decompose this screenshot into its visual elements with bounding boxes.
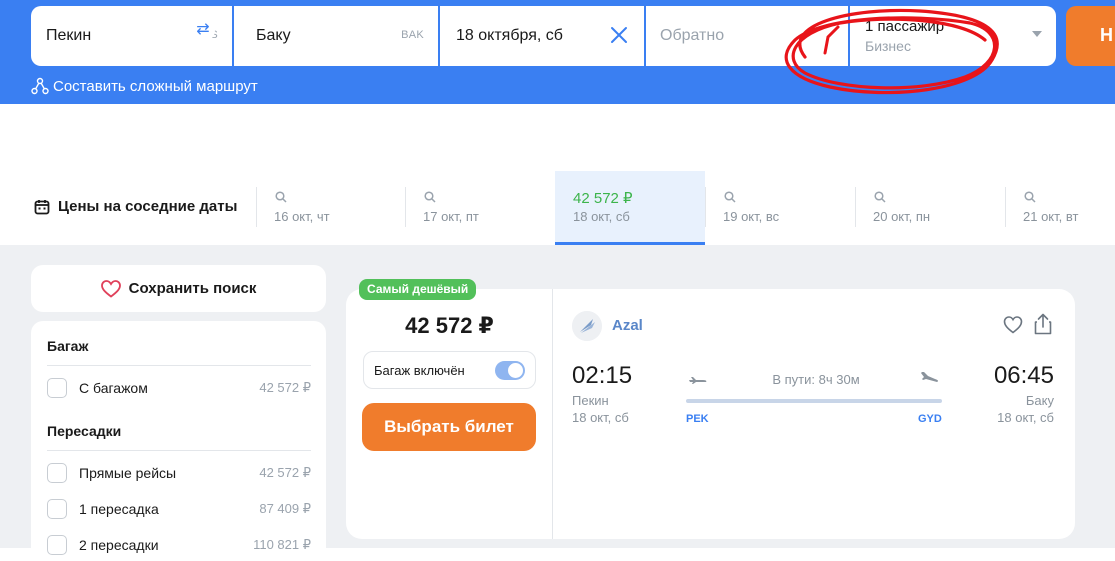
results-area: Сохранить поиск Багаж С багажом 42 572 ₽… [0, 245, 1115, 561]
takeoff-icon [689, 377, 707, 384]
arrival-airport-code: GYD [918, 413, 942, 425]
nearby-dates-strip: Цены на соседние даты 16 окт, чт 17 окт,… [0, 171, 1115, 245]
date-cell-label: 21 окт, вт [1023, 209, 1079, 224]
heart-icon[interactable] [1003, 315, 1023, 335]
date-divider [405, 187, 406, 227]
find-tickets-button[interactable]: Н [1066, 6, 1115, 66]
filter-label: 2 пересадки [79, 537, 159, 553]
ticket-card[interactable]: 42 572 ₽ Багаж включён Выбрать билет Aza… [346, 289, 1075, 539]
search-form: Пекин BJS Баку BAK 18 октября, сб Обратн… [31, 6, 1056, 66]
departure-time: 02:15 [572, 362, 633, 389]
destination-iata: BAK [401, 29, 424, 41]
return-date-field[interactable]: Обратно [646, 6, 850, 66]
filter-divider [47, 450, 311, 451]
cheapest-badge: Самый дешёвый [359, 279, 477, 300]
date-cell-price: 42 572 ₽ [573, 190, 633, 207]
baggage-included-label: Багаж включён [374, 363, 465, 378]
date-divider [1005, 187, 1006, 227]
date-cell-label: 16 окт, чт [274, 209, 330, 224]
filter-divider [47, 365, 311, 366]
date-cell-19[interactable]: 19 окт, вс [705, 171, 855, 245]
filter-row-with-baggage[interactable]: С багажом 42 572 ₽ [47, 378, 311, 400]
date-cell-21[interactable]: 21 окт, вт [1005, 171, 1115, 245]
flight-duration: В пути: 8ч 30м [772, 372, 860, 387]
search-icon [1024, 191, 1036, 203]
filter-row-direct[interactable]: Прямые рейсы 42 572 ₽ [47, 463, 311, 485]
destination-city: Баку [256, 27, 291, 44]
date-cell-16[interactable]: 16 окт, чт [256, 171, 406, 245]
chevron-down-icon [1032, 31, 1042, 37]
filters-panel: Багаж С багажом 42 572 ₽ Пересадки Прямы… [31, 321, 326, 561]
checkbox[interactable] [47, 535, 67, 555]
search-icon [275, 191, 287, 203]
heart-icon [100, 279, 121, 298]
search-icon [874, 191, 886, 203]
date-divider [855, 187, 856, 227]
departure-date-field[interactable]: 18 октября, сб [440, 6, 646, 66]
nearby-dates-title: Цены на соседние даты [34, 198, 237, 215]
ticket-price-panel: 42 572 ₽ Багаж включён Выбрать билет [346, 289, 553, 539]
complex-route-label: Составить сложный маршрут [53, 77, 258, 95]
date-cell-20[interactable]: 20 окт, пн [855, 171, 1005, 245]
date-divider [256, 187, 257, 227]
search-icon [424, 191, 436, 203]
departure-date: 18 окт, сб [572, 410, 629, 425]
filter-row-1-stop[interactable]: 1 пересадка 87 409 ₽ [47, 499, 311, 521]
landing-icon [921, 372, 939, 382]
search-header: Пекин BJS Баку BAK 18 октября, сб Обратн… [0, 0, 1115, 104]
baggage-toggle[interactable] [495, 361, 525, 380]
date-divider [705, 187, 706, 227]
departure-date-value: 18 октября, сб [456, 27, 563, 44]
filter-label: Прямые рейсы [79, 465, 177, 481]
date-cell-label: 17 окт, пт [423, 209, 479, 224]
route-icon [31, 77, 49, 95]
select-ticket-button[interactable]: Выбрать билет [362, 403, 536, 451]
return-date-placeholder: Обратно [660, 27, 725, 44]
route-progress-line [686, 399, 942, 403]
ticket-price: 42 572 ₽ [405, 313, 494, 338]
share-icon[interactable] [1033, 313, 1053, 335]
arrival-date: 18 окт, сб [997, 410, 1054, 425]
search-icon [724, 191, 736, 203]
cabin-class: Бизнес [865, 38, 911, 54]
baggage-filter-title: Багаж [47, 338, 89, 354]
passengers-field[interactable]: 1 пассажир Бизнес [850, 6, 1056, 66]
complex-route-link[interactable]: Составить сложный маршрут [31, 77, 258, 95]
filter-price: 87 409 ₽ [259, 501, 311, 516]
stops-filter-title: Пересадки [47, 423, 122, 439]
filter-label: 1 пересадка [79, 501, 159, 517]
save-search-label: Сохранить поиск [128, 280, 257, 297]
departure-airport-code: PEK [686, 413, 709, 425]
calendar-icon [34, 199, 50, 214]
filter-row-2-stops[interactable]: 2 пересадки 110 821 ₽ [47, 535, 311, 557]
filter-price: 42 572 ₽ [259, 380, 311, 395]
date-cell-17[interactable]: 17 окт, пт [405, 171, 555, 245]
swap-cities-icon[interactable]: ⇄ [191, 18, 215, 42]
baggage-toggle-box[interactable]: Багаж включён [363, 351, 536, 389]
arrival-city: Баку [1025, 393, 1054, 408]
date-cell-18-selected[interactable]: 42 572 ₽ 18 окт, сб [555, 171, 705, 245]
checkbox[interactable] [47, 499, 67, 519]
filter-price: 110 821 ₽ [253, 537, 311, 552]
origin-city: Пекин [46, 27, 92, 44]
date-cell-label: 18 окт, сб [573, 209, 630, 224]
checkbox[interactable] [47, 463, 67, 483]
filter-price: 42 572 ₽ [259, 465, 311, 480]
arrival-time: 06:45 [993, 362, 1054, 389]
nearby-dates-label: Цены на соседние даты [58, 198, 238, 215]
departure-city: Пекин [572, 393, 609, 408]
save-search-button[interactable]: Сохранить поиск [31, 265, 326, 312]
filter-label: С багажом [79, 380, 148, 396]
passengers-count: 1 пассажир [865, 18, 945, 35]
checkbox[interactable] [47, 378, 67, 398]
airline-name: Azal [612, 317, 643, 334]
destination-field[interactable]: Баку BAK [234, 6, 440, 66]
toggle-knob [508, 363, 523, 378]
date-cell-label: 19 окт, вс [723, 209, 780, 224]
clear-date-icon[interactable] [608, 24, 630, 46]
airline-logo-icon [572, 311, 602, 341]
date-cell-label: 20 окт, пн [873, 209, 931, 224]
